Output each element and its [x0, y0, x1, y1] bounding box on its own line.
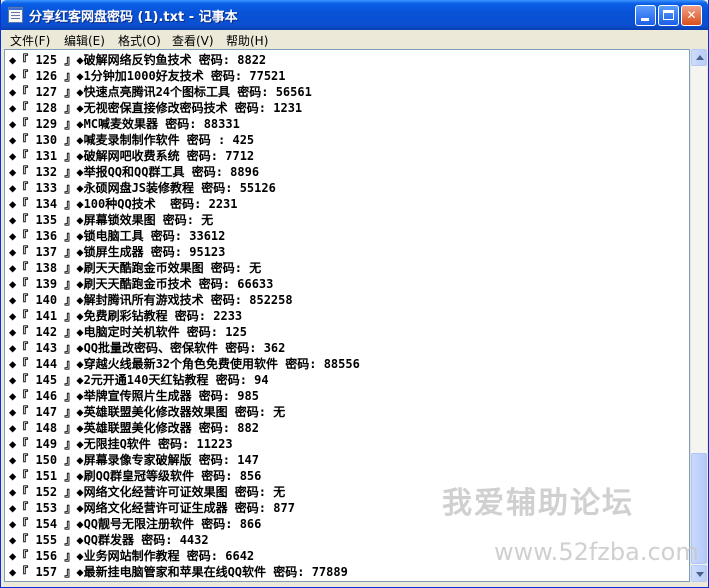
text-line: ◆『 157 』◆最新挂电脑管家和苹果在线QQ软件 密码: 77889: [9, 565, 348, 579]
menu-format[interactable]: 格式(O): [118, 32, 161, 49]
text-line: ◆『 142 』◆电脑定时关机软件 密码: 125: [9, 325, 247, 339]
text-line: ◆『 130 』◆喊麦录制制作软件 密码 : 425: [9, 133, 255, 147]
text-line: ◆『 138 』◆刷天天酷跑金币效果图 密码: 无: [9, 261, 262, 275]
menu-file[interactable]: 文件(F): [10, 32, 50, 49]
text-line: ◆『 144 』◆穿越火线最新32个角色免费使用软件 密码: 88556: [9, 357, 360, 371]
text-line: ◆『 126 』◆1分钟加1000好友技术 密码: 77521: [9, 69, 286, 83]
title-bar[interactable]: 分享红客网盘密码 (1).txt - 记事本 ✕: [1, 0, 708, 30]
text-line: ◆『 136 』◆锁电脑工具 密码: 33612: [9, 229, 226, 243]
text-line: ◆『 143 』◆QQ批量改密码、密保软件 密码: 362: [9, 341, 286, 355]
text-line: ◆『 154 』◆QQ靓号无限注册软件 密码: 866: [9, 517, 262, 531]
scroll-up-arrow-icon[interactable]: [691, 49, 707, 66]
text-line: ◆『 155 』◆QQ群发器 密码: 4432: [9, 533, 209, 547]
text-line: ◆『 135 』◆屏幕锁效果图 密码: 无: [9, 213, 214, 227]
text-line: ◆『 133 』◆永硕网盘JS装修教程 密码: 55126: [9, 181, 276, 195]
window-title: 分享红客网盘密码 (1).txt - 记事本: [29, 10, 238, 25]
text-line: ◆『 156 』◆业务网站制作教程 密码: 6642: [9, 549, 255, 563]
text-line: ◆『 129 』◆MC喊麦效果器 密码: 88331: [9, 117, 240, 131]
watermark-text: 我爱辅助论坛: [442, 486, 634, 521]
menu-help[interactable]: 帮助(H): [226, 32, 268, 49]
text-line: ◆『 148 』◆英雄联盟美化修改器 密码: 882: [9, 421, 259, 435]
notepad-icon: [8, 7, 23, 23]
text-line: ◆『 151 』◆刷QQ群皇冠等级软件 密码: 856: [9, 469, 262, 483]
close-button[interactable]: ✕: [681, 5, 702, 26]
text-line: ◆『 150 』◆屏幕录像专家破解版 密码: 147: [9, 453, 259, 467]
scroll-down-arrow-icon[interactable]: [691, 565, 707, 582]
text-line: ◆『 139 』◆刷天天酷跑金币技术 密码: 66633: [9, 277, 274, 291]
text-line: ◆『 134 』◆100种QQ技术 密码: 2231: [9, 197, 238, 211]
menu-edit[interactable]: 编辑(E): [64, 32, 105, 49]
vertical-scrollbar[interactable]: [690, 49, 707, 582]
text-line: ◆『 141 』◆免费刷彩钻教程 密码: 2233: [9, 309, 243, 323]
text-line: ◆『 146 』◆举牌宣传照片生成器 密码: 985: [9, 389, 259, 403]
notepad-window: 分享红客网盘密码 (1).txt - 记事本 ✕ 文件(F) 编辑(E) 格式(…: [0, 0, 709, 588]
text-line: ◆『 127 』◆快速点亮腾讯24个图标工具 密码: 56561: [9, 85, 312, 99]
text-line: ◆『 145 』◆2元开通140天红钻教程 密码: 94: [9, 373, 269, 387]
watermark-url: www.52fzba.com: [494, 538, 699, 566]
text-content: ◆『 125 』◆破解网络反钓鱼技术 密码: 8822 ◆『 126 』◆1分钟加…: [9, 52, 360, 580]
menu-bar: 文件(F) 编辑(E) 格式(O) 查看(V) 帮助(H): [1, 30, 708, 49]
minimize-button[interactable]: [635, 5, 656, 26]
text-line: ◆『 128 』◆无视密保直接修改密码技术 密码: 1231: [9, 101, 303, 115]
maximize-icon: [663, 10, 674, 20]
text-line: ◆『 137 』◆锁屏生成器 密码: 95123: [9, 245, 226, 259]
text-line: ◆『 131 』◆破解网吧收费系统 密码: 7712: [9, 149, 255, 163]
close-icon: ✕: [686, 8, 697, 22]
maximize-button[interactable]: [658, 5, 679, 26]
menu-view[interactable]: 查看(V): [172, 32, 214, 49]
text-line: ◆『 153 』◆网络文化经营许可证生成器 密码: 877: [9, 501, 295, 515]
minimize-icon: [641, 18, 649, 21]
text-line: ◆『 125 』◆破解网络反钓鱼技术 密码: 8822: [9, 53, 267, 67]
text-line: ◆『 140 』◆解封腾讯所有游戏技术 密码: 852258: [9, 293, 293, 307]
text-line: ◆『 132 』◆举报QQ和QQ群工具 密码: 8896: [9, 165, 260, 179]
text-line: ◆『 152 』◆网络文化经营许可证效果图 密码: 无: [9, 485, 286, 499]
text-line: ◆『 147 』◆英雄联盟美化修改器效果图 密码: 无: [9, 405, 286, 419]
text-line: ◆『 149 』◆无限挂Q软件 密码: 11223: [9, 437, 233, 451]
